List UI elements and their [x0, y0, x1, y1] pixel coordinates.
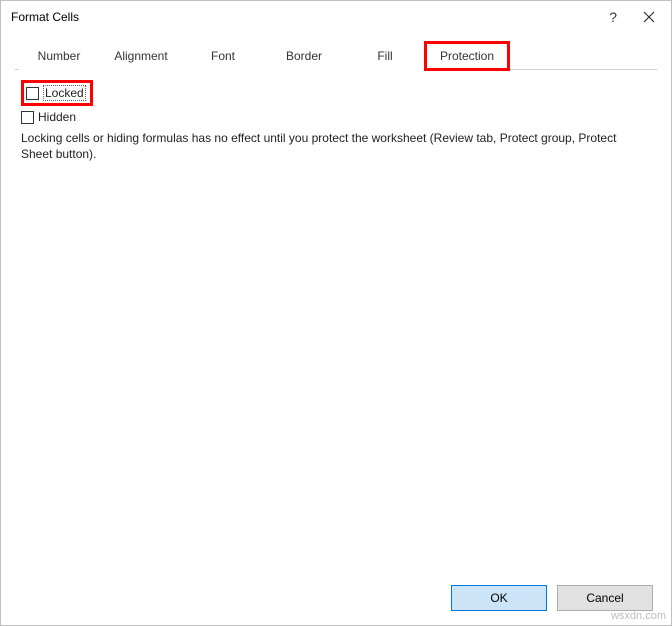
- tab-border[interactable]: Border: [263, 42, 345, 70]
- locked-highlight: Locked: [21, 80, 93, 106]
- help-icon[interactable]: ?: [609, 9, 617, 25]
- tab-protection[interactable]: Protection: [425, 42, 509, 70]
- title-actions: ?: [609, 9, 661, 25]
- hidden-checkbox[interactable]: [21, 111, 34, 124]
- tab-number[interactable]: Number: [19, 42, 99, 70]
- tab-alignment[interactable]: Alignment: [99, 42, 183, 70]
- locked-label[interactable]: Locked: [43, 85, 86, 101]
- ok-button[interactable]: OK: [451, 585, 547, 611]
- tab-font[interactable]: Font: [183, 42, 263, 70]
- format-cells-dialog: Format Cells ? Number Alignment Font Bor…: [0, 0, 672, 626]
- close-icon[interactable]: [643, 11, 655, 23]
- locked-row: Locked: [21, 80, 651, 106]
- protection-description: Locking cells or hiding formulas has no …: [21, 130, 651, 162]
- button-bar: OK Cancel: [1, 571, 671, 625]
- tab-strip: Number Alignment Font Border Fill Protec…: [15, 41, 657, 70]
- cancel-button[interactable]: Cancel: [557, 585, 653, 611]
- tab-fill[interactable]: Fill: [345, 42, 425, 70]
- dialog-title: Format Cells: [11, 10, 609, 24]
- titlebar: Format Cells ?: [1, 1, 671, 33]
- watermark: wsxdn.com: [611, 610, 666, 622]
- hidden-label[interactable]: Hidden: [38, 110, 76, 124]
- locked-checkbox[interactable]: [26, 87, 39, 100]
- tab-content-protection: Locked Hidden Locking cells or hiding fo…: [1, 70, 671, 571]
- hidden-row: Hidden: [21, 110, 651, 124]
